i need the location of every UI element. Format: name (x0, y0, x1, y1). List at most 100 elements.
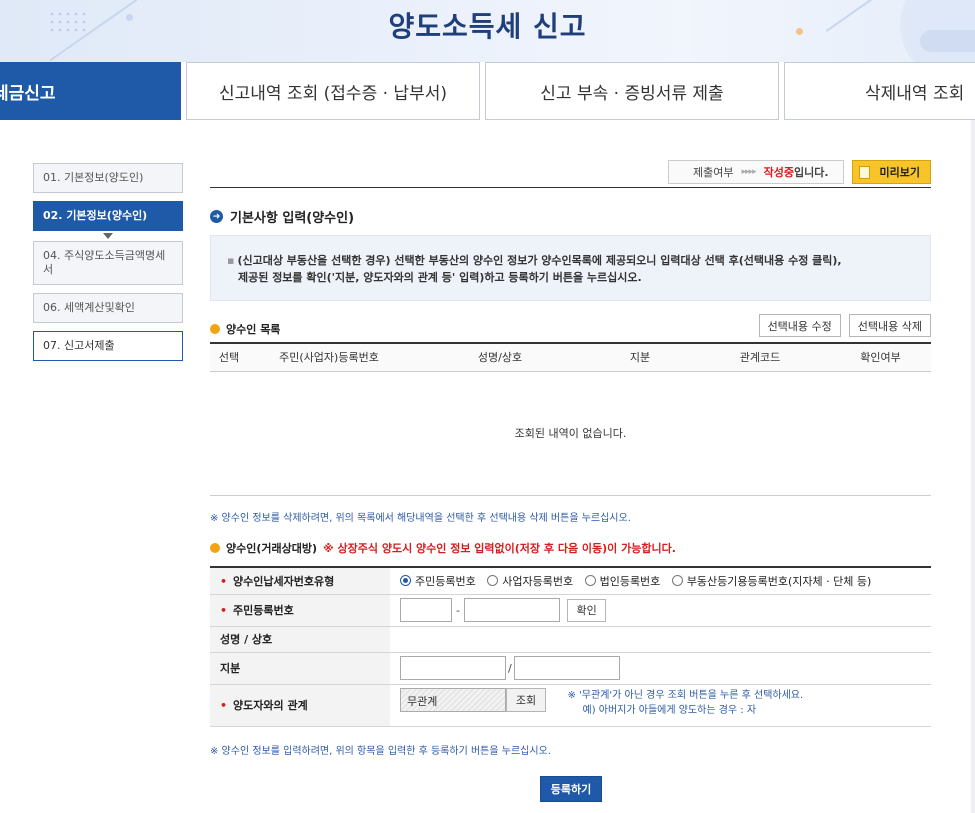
register-note: ※ 양수인 정보를 입력하려면, 위의 항목을 입력한 후 등록하기 버튼을 누… (210, 746, 551, 757)
column-header: 선택 (210, 342, 248, 372)
transferee-form: • 양수인납세자번호유형 주민등록번호 사업자등록번호 법인등록번호 부동산등기용… (210, 566, 931, 727)
share-denominator-input[interactable] (513, 656, 620, 680)
required-icon: • (220, 699, 228, 712)
document-icon (858, 165, 870, 179)
notice-text: (신고대상 부동산을 선택한 경우) 선택한 부동산의 양수인 정보가 양수인목… (237, 254, 842, 267)
status-suffix: 입니다. (793, 166, 829, 179)
share-numerator-input[interactable] (400, 656, 506, 680)
form-label: • 양수인납세자번호유형 (210, 567, 390, 595)
column-header: 성명/상호 (410, 342, 590, 372)
form-row-id-type: • 양수인납세자번호유형 주민등록번호 사업자등록번호 법인등록번호 부동산등기용… (210, 567, 931, 595)
list-title: 양수인 목록 (210, 321, 280, 337)
transferee-list-header: 양수인 목록 선택내용 수정 선택내용 삭제 (210, 314, 931, 340)
divider (210, 187, 931, 188)
sidebar-item-transferor[interactable]: 01. 기본정보(양도인) (33, 163, 183, 193)
relation-field: 무관계 (400, 687, 506, 712)
form-row-rrn: • 주민등록번호 - 확인 (210, 594, 931, 627)
rrn-back-input[interactable] (463, 598, 560, 622)
tab-attachments[interactable]: 신고 부속 · 증빙서류 제출 (485, 62, 779, 120)
form-label: • 주민등록번호 (210, 594, 390, 627)
radio-corp-no[interactable]: 법인등록번호 (584, 573, 661, 589)
page-title: 양도소득세 신고 (388, 10, 587, 43)
form-label: • 양도자와의 관계 (210, 684, 390, 727)
caret-down-icon (103, 233, 113, 239)
section-title-text: 기본사항 입력(양수인) (230, 211, 355, 226)
arrow-circle-icon: ➜ (210, 210, 223, 223)
sidebar-item-tax-calc[interactable]: 06. 세액계산및확인 (33, 293, 183, 323)
sidebar-item-stock-statement[interactable]: 04. 주식양도소득금액명세서 (33, 241, 183, 285)
radio-property-reg-no[interactable]: 부동산등기용등록번호(지자체 · 단체 등) (671, 573, 872, 589)
column-header: 지분 (590, 342, 690, 372)
radio-unchecked-icon (584, 575, 596, 586)
table-row: 조회된 내역이 없습니다. (210, 371, 931, 496)
form-row-share: 지분 / (210, 652, 931, 685)
form-value: 무관계 조회 ※ '무관계'가 아닌 경우 조회 버튼을 누른 후 선택하세요. … (390, 684, 931, 727)
relation-hint: ※ '무관계'가 아닌 경우 조회 버튼을 누른 후 선택하세요. 예) 아버지… (568, 688, 804, 718)
form-warning: ※ 상장주식 양도시 양수인 정보 입력없이(저장 후 다음 이동)이 가능합니… (323, 542, 676, 555)
list-title-text: 양수인 목록 (226, 323, 281, 336)
orange-bullet-icon (210, 324, 220, 334)
dash-separator: - (456, 603, 460, 617)
status-label: 제출여부 (693, 166, 734, 179)
lookup-button[interactable]: 조회 (506, 687, 546, 712)
preview-button[interactable]: 미리보기 (851, 160, 931, 184)
transferee-table: 선택 주민(사업자)등록번호 성명/상호 지분 관계코드 확인여부 조회된 내역… (210, 342, 931, 496)
hint-line: 예) 아버지가 아들에게 양도하는 경우 : 자 (582, 704, 757, 716)
form-label-text: 양도자와의 관계 (233, 699, 308, 712)
form-label: 성명 / 상호 (210, 626, 390, 653)
register-button[interactable]: 등록하기 (540, 776, 602, 802)
confirm-button[interactable]: 확인 (567, 598, 606, 622)
name-value (390, 626, 931, 653)
sidebar-item-submit[interactable]: 07. 신고서제출 (33, 331, 183, 361)
preview-label: 미리보기 (879, 166, 920, 179)
slash-separator: / (508, 661, 512, 675)
form-row-relation: • 양도자와의 관계 무관계 조회 ※ '무관계'가 아닌 경우 조회 버튼을 누른… (210, 684, 931, 727)
form-value: 주민등록번호 사업자등록번호 법인등록번호 부동산등기용등록번호(지자체 · 단… (390, 567, 931, 595)
form-title: 양수인(거래상대방) ※ 상장주식 양도시 양수인 정보 입력없이(저장 후 다음… (210, 540, 676, 556)
section-title: ➜ 기본사항 입력(양수인) (210, 207, 354, 226)
radio-label: 부동산등기용등록번호(지자체 · 단체 등) (686, 574, 872, 588)
sidebar-item-transferee[interactable]: 02. 기본정보(양수인) (33, 201, 183, 231)
tab-label: 신고 부속 · 증빙서류 제출 (540, 83, 724, 104)
delete-note: ※ 양수인 정보를 삭제하려면, 위의 목록에서 해당내역을 선택한 후 선택내… (210, 513, 631, 524)
step-sidebar: 01. 기본정보(양도인) 02. 기본정보(양수인) 04. 주식양도소득금액… (33, 163, 183, 369)
required-icon: • (220, 604, 228, 617)
edit-selected-button[interactable]: 선택내용 수정 (758, 314, 841, 337)
list-actions: 선택내용 수정 선택내용 삭제 (758, 314, 931, 337)
submission-status: 제출여부 ▸▸▸▸ 작성중 입니다. (668, 160, 844, 184)
radio-business-no[interactable]: 사업자등록번호 (487, 573, 573, 589)
radio-label: 사업자등록번호 (502, 574, 574, 588)
column-header: 관계코드 (690, 342, 830, 372)
form-label-text: 양수인납세자번호유형 (233, 574, 335, 588)
column-header: 주민(사업자)등록번호 (248, 342, 410, 372)
tab-label: 세금신고 (0, 83, 56, 104)
notice-box: ▪ (신고대상 부동산을 선택한 경우) 선택한 부동산의 양수인 정보가 양수인… (210, 235, 931, 301)
form-row-name: 성명 / 상호 (210, 626, 931, 653)
tab-label: 삭제내역 조회 (865, 83, 965, 104)
tab-deleted-history[interactable]: 삭제내역 조회 (784, 62, 975, 120)
empty-message: 조회된 내역이 없습니다. (210, 371, 931, 496)
tab-label: 신고내역 조회 (접수증 · 납부서) (219, 83, 447, 104)
status-bar: 제출여부 ▸▸▸▸ 작성중 입니다. 미리보기 (668, 160, 931, 184)
orange-bullet-icon (210, 543, 220, 553)
notice-line-2: 제공된 정보를 확인('지분, 양도자와의 관계 등' 입력)하고 등록하기 버… (238, 271, 642, 284)
form-title-text: 양수인(거래상대방) (226, 542, 318, 555)
rrn-front-input[interactable] (400, 598, 452, 622)
arrows-icon: ▸▸▸▸ (741, 167, 757, 177)
form-label-text: 주민등록번호 (233, 604, 294, 617)
status-state: 작성중 (763, 166, 794, 179)
tab-filing-history[interactable]: 신고내역 조회 (접수증 · 납부서) (186, 62, 480, 120)
radio-label: 주민등록번호 (415, 574, 476, 588)
radio-rrn[interactable]: 주민등록번호 (400, 573, 476, 589)
notice-line-1: ▪ (신고대상 부동산을 선택한 경우) 선택한 부동산의 양수인 정보가 양수인… (227, 252, 914, 269)
hint-line: ※ '무관계'가 아닌 경우 조회 버튼을 누른 후 선택하세요. (567, 689, 804, 701)
form-value: / (390, 652, 931, 685)
tab-tax-filing[interactable]: 세금신고 (0, 62, 181, 120)
page-header: 양도소득세 신고 (0, 0, 975, 62)
delete-selected-button[interactable]: 선택내용 삭제 (848, 314, 931, 337)
form-value: - 확인 (390, 594, 931, 627)
radio-unchecked-icon (671, 575, 683, 586)
form-label: 지분 (210, 652, 390, 685)
radio-label: 법인등록번호 (599, 574, 661, 588)
column-header: 확인여부 (830, 342, 931, 372)
